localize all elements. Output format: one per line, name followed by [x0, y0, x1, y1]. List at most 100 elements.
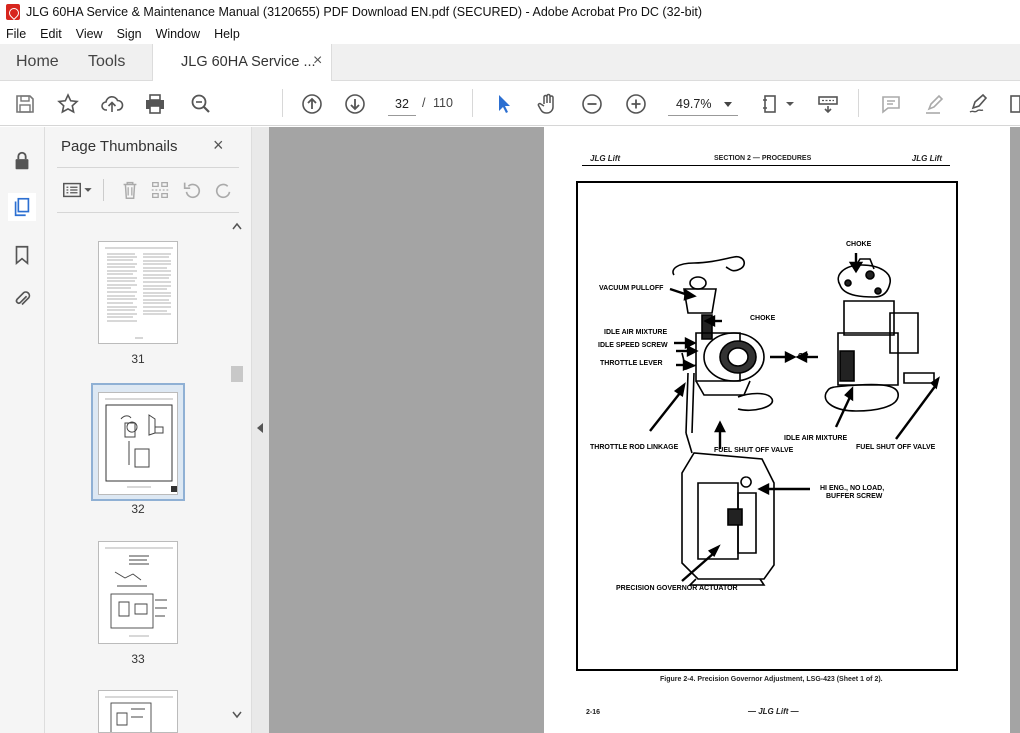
rotate-right-icon[interactable] [213, 179, 235, 201]
document-viewport[interactable]: JLG Lift SECTION 2 — PROCEDURES JLG Lift [269, 127, 1020, 733]
tab-home[interactable]: Home [16, 53, 59, 71]
chevron-up-icon[interactable] [231, 221, 243, 231]
engine-governor-illustration [649, 253, 940, 586]
acrobat-icon [6, 4, 20, 20]
label-fuel-shut-off-valve: FUEL SHUT OFF VALVE [714, 447, 794, 454]
menu-help[interactable]: Help [214, 27, 240, 41]
navigation-rail [0, 127, 45, 733]
header-section: SECTION 2 — PROCEDURES [714, 155, 812, 162]
page-fit-icon[interactable] [759, 91, 785, 117]
toolbar-divider [472, 89, 473, 117]
rotate-left-icon[interactable] [181, 179, 203, 201]
title-bar: JLG 60HA Service & Maintenance Manual (3… [0, 0, 1020, 24]
page-number-input[interactable]: 32 [388, 92, 416, 116]
menu-bar: File Edit View Sign Window Help [0, 24, 1020, 44]
toolbar: 32 / 110 49.7% [0, 81, 1020, 126]
select-cursor-icon[interactable] [491, 91, 517, 117]
label-or: OR [798, 353, 809, 360]
label-choke-top: CHOKE [846, 241, 872, 248]
thumbnail-number: 31 [131, 352, 145, 366]
hand-tool-icon[interactable] [535, 91, 561, 117]
header-logo-left: JLG Lift [590, 154, 621, 163]
label-idle-speed-screw: IDLE SPEED SCREW [598, 342, 668, 349]
thumbnail-page-31[interactable] [98, 241, 178, 344]
label-idle-air-mixture-2: IDLE AIR MIXTURE [784, 435, 848, 442]
toolbar-divider [858, 89, 859, 117]
previous-page-icon[interactable] [299, 91, 325, 117]
label-throttle-lever: THROTTLE LEVER [600, 360, 663, 367]
tab-close-icon[interactable]: × [313, 52, 322, 70]
toolbar-divider [282, 89, 283, 117]
label-fuel-shut-off-valve-2: FUEL SHUT OFF VALVE [856, 444, 936, 451]
next-page-icon[interactable] [342, 91, 368, 117]
window-title: JLG 60HA Service & Maintenance Manual (3… [26, 5, 703, 19]
panel-title: Page Thumbnails [61, 138, 178, 155]
figure-frame: CHOKE VACUUM PULLOFF CHOKE IDLE AIR MIXT… [576, 181, 958, 671]
page-separator: / [422, 96, 426, 110]
attachment-icon[interactable] [8, 285, 36, 313]
pdf-page: JLG Lift SECTION 2 — PROCEDURES JLG Lift [544, 127, 1010, 733]
chevron-down-icon [724, 102, 732, 107]
zoom-in-icon[interactable] [623, 91, 649, 117]
header-logo-right: JLG Lift [911, 154, 942, 163]
menu-edit[interactable]: Edit [40, 27, 62, 41]
bookmark-icon[interactable] [8, 241, 36, 269]
page-footer: — JLG Lift — [748, 707, 799, 716]
menu-file[interactable]: File [6, 27, 26, 41]
lock-icon[interactable] [8, 147, 36, 175]
page-thumbnails-panel: Page Thumbnails × 31 32 33 [45, 127, 252, 733]
chevron-down-icon[interactable] [231, 710, 243, 720]
comment-icon[interactable] [878, 91, 904, 117]
panel-scrollbar[interactable] [230, 221, 243, 726]
highlight-pen-icon[interactable] [922, 91, 948, 117]
panel-divider [57, 212, 239, 213]
panel-divider [57, 167, 239, 168]
chevron-left-icon [257, 423, 263, 433]
scrollbar-thumb[interactable] [231, 366, 243, 382]
save-icon[interactable] [12, 91, 38, 117]
chevron-down-icon[interactable] [784, 91, 796, 117]
more-tools-icon[interactable] [1008, 91, 1020, 117]
label-buffer-screw: BUFFER SCREW [826, 493, 883, 500]
menu-sign[interactable]: Sign [117, 27, 142, 41]
print-icon[interactable] [142, 91, 168, 117]
page-header: JLG Lift SECTION 2 — PROCEDURES JLG Lift [582, 154, 950, 166]
thumbnail-page-32[interactable] [98, 392, 178, 495]
thumbnail-number: 32 [131, 502, 145, 516]
page-thumbnails-icon[interactable] [8, 193, 36, 221]
zoom-level-select[interactable]: 49.7% [668, 92, 738, 116]
total-pages: 110 [433, 96, 453, 110]
label-hi-eng: HI ENG., NO LOAD, [820, 485, 885, 492]
keyboard-scroll-icon[interactable] [815, 91, 841, 117]
label-precision-governor-actuator: PRECISION GOVERNOR ACTUATOR [616, 585, 738, 592]
thumbnail-page-33[interactable] [98, 541, 178, 644]
label-vacuum-pulloff: VACUUM PULLOFF [599, 285, 664, 292]
extract-page-icon[interactable] [149, 179, 171, 201]
figure-caption: Figure 2-4. Precision Governor Adjustmen… [660, 676, 883, 683]
menu-view[interactable]: View [76, 27, 103, 41]
panel-close-icon[interactable]: × [213, 135, 224, 156]
label-idle-air-mixture: IDLE AIR MIXTURE [604, 329, 668, 336]
upload-cloud-icon[interactable] [99, 91, 125, 117]
panel-toolbar [57, 177, 242, 203]
draw-sign-icon[interactable] [966, 91, 992, 117]
star-icon[interactable] [55, 91, 81, 117]
menu-window[interactable]: Window [156, 27, 200, 41]
tab-document-label: JLG 60HA Service ... [181, 54, 316, 70]
zoom-level-value: 49.7% [676, 97, 712, 111]
label-choke: CHOKE [750, 315, 776, 322]
tab-document[interactable]: JLG 60HA Service ... × [152, 44, 332, 82]
chevron-down-icon[interactable] [83, 179, 93, 201]
thumbnail-number: 33 [131, 652, 145, 666]
thumbnail-page-34[interactable] [98, 690, 178, 733]
panel-collapse-handle[interactable] [252, 127, 269, 733]
label-throttle-rod-linkage: THROTTLE ROD LINKAGE [590, 444, 679, 451]
zoom-search-icon[interactable] [188, 91, 214, 117]
page-number-label: 2-16 [586, 709, 601, 716]
tab-bar: Home Tools JLG 60HA Service ... × [0, 44, 1020, 82]
delete-page-icon[interactable] [119, 179, 141, 201]
panel-toolbar-divider [103, 179, 104, 201]
zoom-out-icon[interactable] [579, 91, 605, 117]
tab-tools[interactable]: Tools [88, 53, 125, 71]
options-menu-icon[interactable] [61, 179, 83, 201]
